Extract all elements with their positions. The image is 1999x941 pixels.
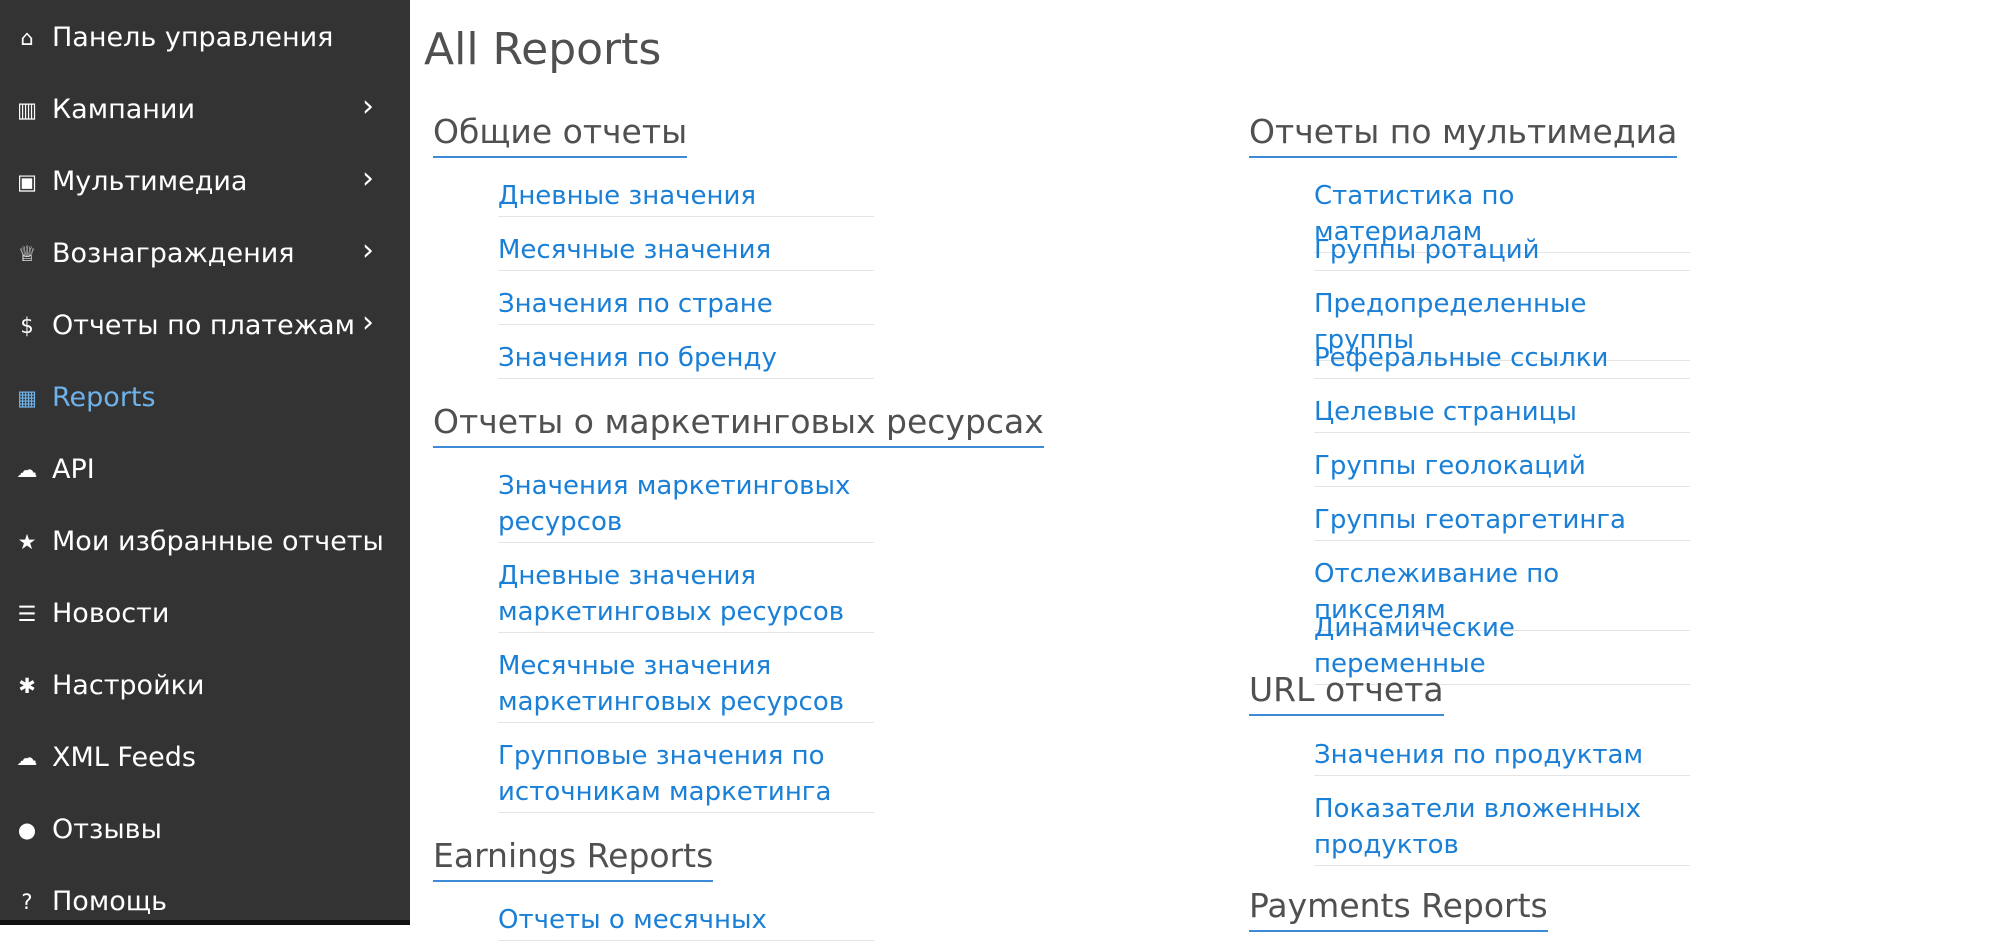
dollar-icon: $ — [20, 314, 34, 338]
report-link[interactable]: Значения маркетинговых ресурсов — [498, 468, 874, 543]
chevron-right-icon: › — [362, 89, 374, 124]
sidebar-item-campaigns[interactable]: ▥ Кампании › — [0, 80, 410, 140]
comment-icon: ● — [17, 818, 37, 842]
sidebar-item-label: Мои избранные отчеты — [52, 526, 384, 557]
sidebar-item-media[interactable]: ▣ Мультимедиа › — [0, 152, 410, 212]
report-link[interactable]: Целевые страницы — [1314, 394, 1690, 433]
report-link[interactable]: Значения по стране — [498, 286, 874, 325]
sidebar-item-label: Настройки — [52, 670, 205, 701]
star-icon: ★ — [17, 530, 37, 554]
chevron-right-icon: › — [362, 233, 374, 268]
list-icon: ☰ — [17, 602, 37, 626]
sidebar-item-feedback[interactable]: ● Отзывы — [0, 800, 410, 860]
table-icon: ▦ — [17, 386, 37, 410]
sidebar: ⌂ Панель управления ▥ Кампании › ▣ Мульт… — [0, 0, 410, 925]
section-heading-url-report: URL отчета — [1249, 668, 1444, 716]
report-link[interactable]: Дневные значения — [498, 178, 874, 217]
sidebar-item-label: Вознаграждения — [52, 238, 295, 269]
cloud-download-icon: ☁ — [16, 746, 38, 770]
sidebar-item-label: XML Feeds — [52, 742, 196, 773]
chevron-right-icon: › — [362, 305, 374, 340]
sidebar-item-label: Отчеты по платежам — [52, 310, 355, 341]
report-link[interactable]: Показатели вложенных продуктов — [1314, 791, 1690, 866]
sidebar-item-dashboard[interactable]: ⌂ Панель управления — [0, 8, 410, 68]
sidebar-item-label: Отзывы — [52, 814, 162, 845]
sidebar-item-label: Панель управления — [52, 22, 334, 53]
report-link[interactable]: Группы геолокаций — [1314, 448, 1690, 487]
sidebar-item-label: Reports — [52, 382, 156, 413]
section-heading-earnings: Earnings Reports — [433, 834, 714, 882]
sidebar-item-api[interactable]: ☁ API — [0, 440, 410, 500]
report-link[interactable]: Групповые значения по источникам маркети… — [498, 738, 874, 813]
sidebar-item-payment-reports[interactable]: $ Отчеты по платежам › — [0, 296, 410, 356]
home-icon: ⌂ — [20, 26, 34, 50]
report-link[interactable]: Отчеты о месячных — [498, 902, 874, 941]
section-heading-marketing: Отчеты о маркетинговых ресурсах — [433, 400, 1044, 448]
sidebar-item-rewards[interactable]: ♕ Вознаграждения › — [0, 224, 410, 284]
sidebar-item-news[interactable]: ☰ Новости — [0, 584, 410, 644]
report-link[interactable]: Группы ротаций — [1314, 232, 1690, 271]
report-link[interactable]: Дневные значения маркетинговых ресурсов — [498, 558, 874, 633]
sidebar-item-label: API — [52, 454, 95, 485]
sidebar-item-label: Новости — [52, 598, 170, 629]
section-heading-media: Отчеты по мультимедиа — [1249, 110, 1678, 158]
sidebar-item-xml-feeds[interactable]: ☁ XML Feeds — [0, 728, 410, 788]
gear-icon: ✱ — [18, 674, 36, 698]
report-link[interactable]: Месячные значения — [498, 232, 874, 271]
page-title: All Reports — [424, 24, 662, 75]
image-icon: ▣ — [17, 170, 37, 194]
sidebar-item-label: Мультимедиа — [52, 166, 248, 197]
chevron-right-icon: › — [362, 161, 374, 196]
report-link[interactable]: Группы геотаргетинга — [1314, 502, 1690, 541]
section-heading-general: Общие отчеты — [433, 110, 688, 158]
bar-chart-icon: ▥ — [17, 98, 37, 122]
sidebar-item-favorite-reports[interactable]: ★ Мои избранные отчеты — [0, 512, 410, 572]
sidebar-item-settings[interactable]: ✱ Настройки — [0, 656, 410, 716]
sidebar-item-label: Кампании — [52, 94, 196, 125]
report-link[interactable]: Месячные значения маркетинговых ресурсов — [498, 648, 874, 723]
report-link[interactable]: Значения по бренду — [498, 340, 874, 379]
report-link[interactable]: Значения по продуктам — [1314, 737, 1690, 776]
sidebar-divider — [0, 920, 410, 925]
report-link[interactable]: Реферальные ссылки — [1314, 340, 1690, 379]
sidebar-item-reports[interactable]: ▦ Reports — [0, 368, 410, 428]
trophy-icon: ♕ — [17, 242, 37, 266]
cloud-download-icon: ☁ — [16, 458, 38, 482]
